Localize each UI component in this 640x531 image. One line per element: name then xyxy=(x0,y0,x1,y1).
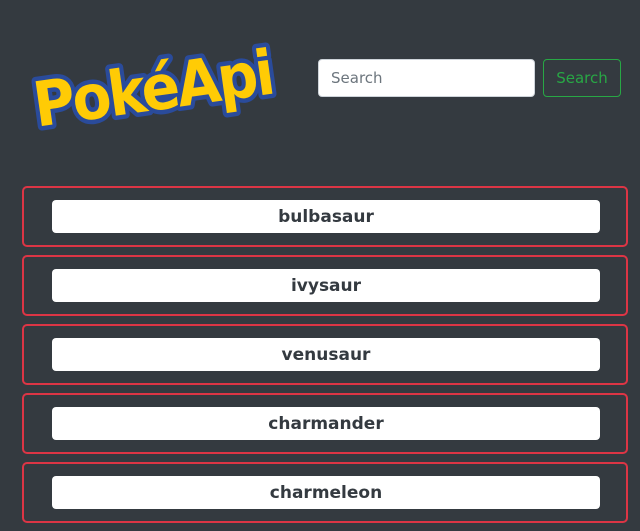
pokemon-card[interactable]: ivysaur xyxy=(22,255,628,316)
search-input[interactable] xyxy=(318,59,535,97)
pokemon-card[interactable]: charmander xyxy=(22,393,628,454)
pokemon-card[interactable]: charmeleon xyxy=(22,462,628,523)
search-button[interactable]: Search xyxy=(543,59,621,97)
pokemon-name: charmeleon xyxy=(269,482,383,503)
pokemon-name: ivysaur xyxy=(290,275,362,296)
pokemon-name: bulbasaur xyxy=(278,206,374,227)
svg-text:PokéApi: PokéApi xyxy=(29,36,277,132)
header: PokéApi Search xyxy=(0,0,640,150)
pokemon-list: bulbasaur ivysaur venusaur charmander ch… xyxy=(22,186,628,531)
pokemon-name-button[interactable]: charmander xyxy=(52,407,600,440)
pokeapi-logo[interactable]: PokéApi xyxy=(26,24,282,132)
pokemon-name: charmander xyxy=(268,413,384,434)
pokemon-name-button[interactable]: bulbasaur xyxy=(52,200,600,233)
pokemon-name-button[interactable]: charmeleon xyxy=(52,476,600,509)
pokemon-card[interactable]: venusaur xyxy=(22,324,628,385)
pokemon-name-button[interactable]: venusaur xyxy=(52,338,600,371)
pokemon-card[interactable]: bulbasaur xyxy=(22,186,628,247)
pokemon-name: venusaur xyxy=(281,344,371,365)
pokemon-name-button[interactable]: ivysaur xyxy=(52,269,600,302)
